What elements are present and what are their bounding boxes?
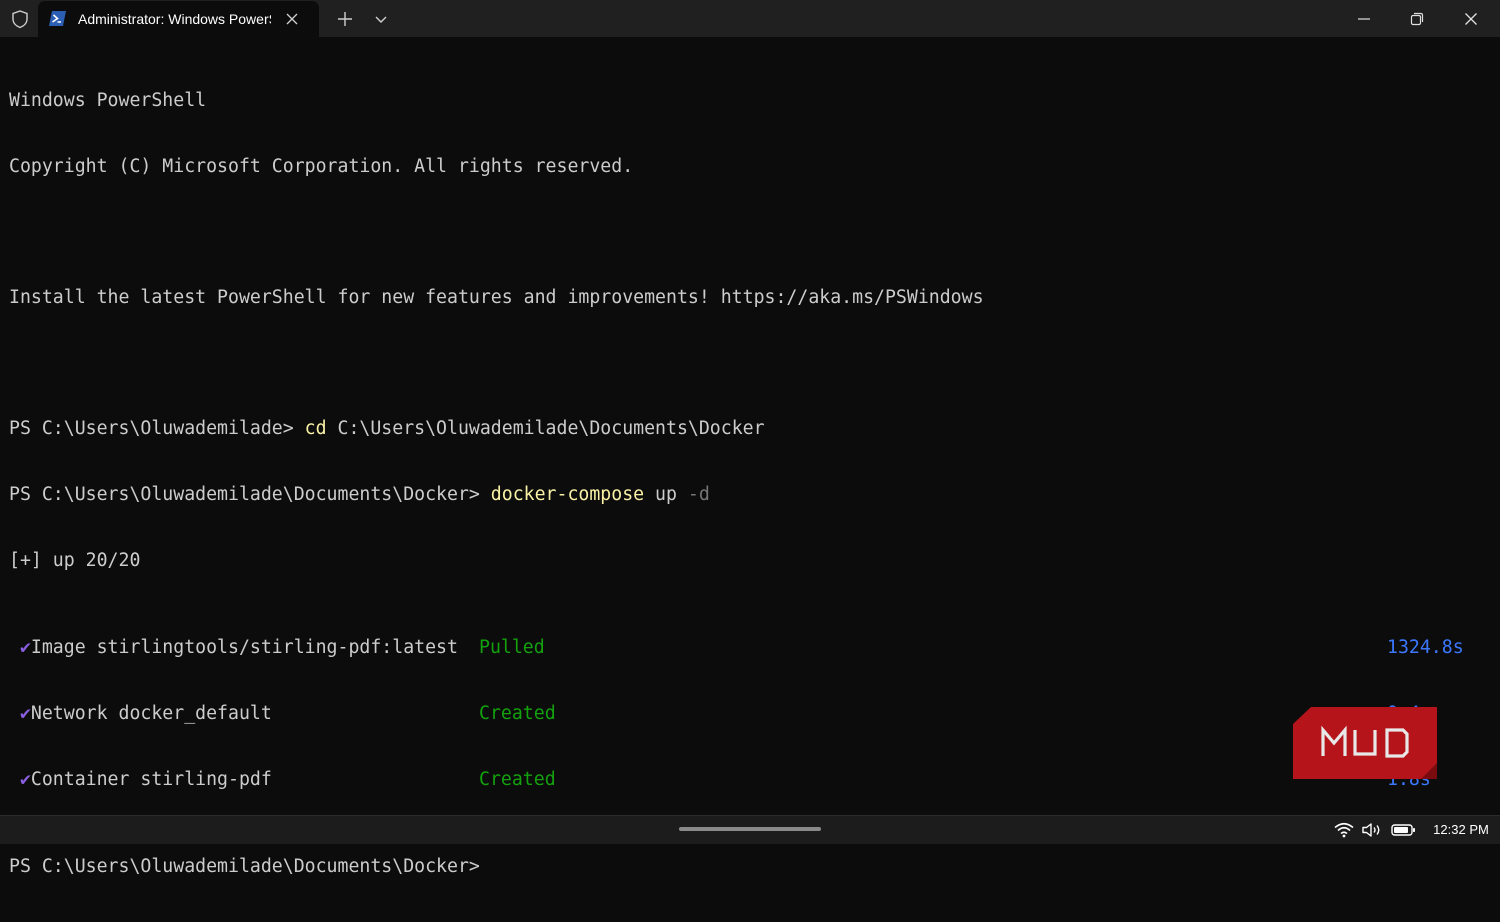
wifi-icon[interactable] xyxy=(1334,822,1354,838)
muo-logo xyxy=(1293,707,1437,779)
command-line: PS C:\Users\Oluwademilade> cd C:\Users\O… xyxy=(9,418,1489,440)
item-label: Network docker_default xyxy=(30,703,272,725)
taskbar-clock[interactable]: 12:32 PM xyxy=(1428,822,1494,838)
item-label: Image stirlingtools/stirling-pdf:latest xyxy=(30,637,458,659)
minimize-button[interactable] xyxy=(1339,0,1391,37)
shield-icon xyxy=(12,10,28,29)
checkmark-icon: ✔ xyxy=(19,637,31,659)
item-label: Container stirling-pdf xyxy=(30,768,272,790)
checkmark-icon: ✔ xyxy=(19,768,31,790)
tab-title: Administrator: Windows PowerShell xyxy=(78,11,271,27)
close-icon xyxy=(1465,13,1477,25)
taskbar-handle[interactable] xyxy=(679,827,821,831)
item-time: 1324.8s xyxy=(1387,637,1464,659)
terminal-output[interactable]: Windows PowerShell Copyright (C) Microso… xyxy=(0,37,1500,877)
command-args: up xyxy=(644,484,688,506)
command-line: PS C:\Users\Oluwademilade\Documents\Dock… xyxy=(9,484,1489,506)
tab-powershell[interactable]: Administrator: Windows PowerShell xyxy=(38,1,319,37)
prompt: PS C:\Users\Oluwademilade> xyxy=(9,418,305,440)
restore-icon xyxy=(1410,12,1424,26)
plus-icon[interactable] xyxy=(334,8,356,30)
command-line: PS C:\Users\Oluwademilade\Documents\Dock… xyxy=(9,856,480,878)
command: docker-compose xyxy=(490,484,645,506)
restore-button[interactable] xyxy=(1392,0,1444,37)
powershell-icon xyxy=(49,11,66,26)
close-icon[interactable] xyxy=(284,11,300,27)
command-args: C:\Users\Oluwademilade\Documents\Docker xyxy=(326,418,765,440)
progress-line: [+] up 20/20 xyxy=(9,549,141,571)
terminal-line: Copyright (C) Microsoft Corporation. All… xyxy=(9,155,634,177)
item-status: Created xyxy=(479,703,556,725)
item-status: Created xyxy=(479,768,556,790)
minimize-icon xyxy=(1358,18,1370,20)
volume-icon[interactable] xyxy=(1361,822,1383,838)
command-flag: -d xyxy=(687,484,710,506)
title-bar: Administrator: Windows PowerShell xyxy=(0,0,1500,37)
checkmark-icon: ✔ xyxy=(19,703,31,725)
battery-icon[interactable] xyxy=(1391,822,1416,838)
item-status: Pulled xyxy=(479,637,545,659)
list-item: ✔Network docker_defaultCreated0.4s xyxy=(9,703,1489,725)
list-item: ✔Container stirling-pdf Created 1.8s xyxy=(9,769,1489,791)
close-window-button[interactable] xyxy=(1446,0,1498,37)
list-item: ✔Image stirlingtools/stirling-pdf:latest… xyxy=(9,637,1489,659)
prompt: PS C:\Users\Oluwademilade\Documents\Dock… xyxy=(9,484,491,506)
command: cd xyxy=(304,418,327,440)
taskbar: 12:32 PM xyxy=(0,815,1500,844)
terminal-line: Windows PowerShell xyxy=(9,89,207,111)
chevron-down-icon[interactable] xyxy=(370,8,392,30)
terminal-line: Install the latest PowerShell for new fe… xyxy=(9,286,984,308)
